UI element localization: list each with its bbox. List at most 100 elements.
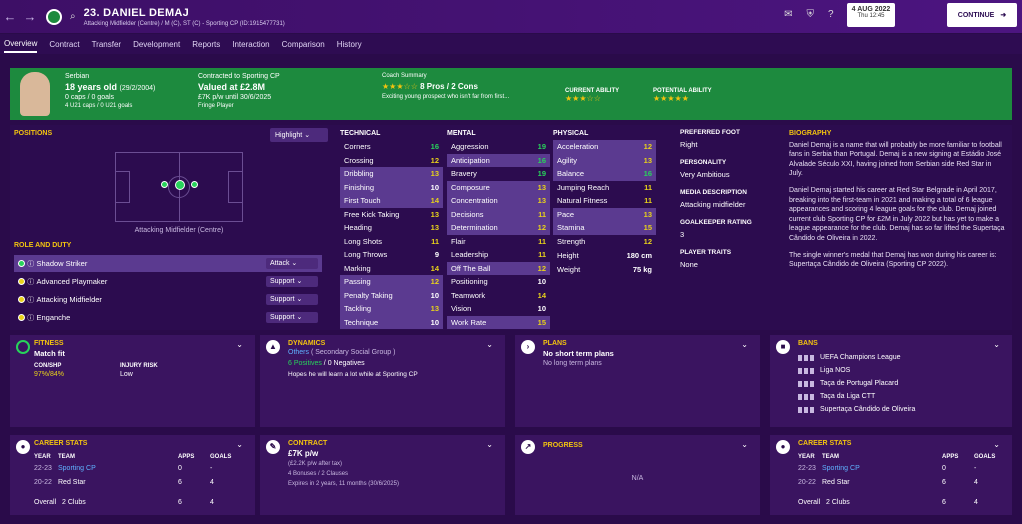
tab-overview[interactable]: Overview [4,36,38,53]
attribute-row[interactable]: First Touch 14 [340,194,443,208]
attribute-row[interactable]: Long Shots 11 [340,235,443,249]
attribute-row[interactable]: Flair 11 [447,235,550,249]
dynamics-title[interactable]: DYNAMICS [288,340,325,347]
search-icon[interactable]: ⌕ [70,11,76,22]
career-title[interactable]: CAREER STATS [34,440,87,447]
attribute-row[interactable]: Leadership 11 [447,248,550,262]
attribute-row[interactable]: Free Kick Taking 13 [340,208,443,222]
attribute-row[interactable]: Heading 13 [340,221,443,235]
attribute-row[interactable]: Finishing 10 [340,180,443,194]
career-team[interactable]: Sporting CP [58,465,178,472]
club-crest-icon[interactable] [46,8,62,25]
attribute-row[interactable]: Positioning 10 [447,275,550,289]
attribute-row[interactable]: Marking 14 [340,262,443,276]
attribute-row[interactable]: Determination 12 [447,221,550,235]
role-row[interactable]: ⓘ Enganche Support ⌄ [14,309,322,326]
social-group[interactable]: Others [288,349,309,356]
tab-development[interactable]: Development [133,37,180,52]
attribute-name: Aggression [451,142,489,152]
tab-interaction[interactable]: Interaction [232,37,269,52]
role-row[interactable]: ⓘ Attacking Midfielder Support ⌄ [14,291,322,308]
chevron-down-icon[interactable]: ⌄ [236,340,243,349]
attribute-row[interactable]: Passing 12 [340,275,443,289]
attribute-row[interactable]: Vision 10 [447,302,550,316]
duty-label: Support [270,278,295,285]
attribute-row[interactable]: Jumping Reach 11 [553,181,656,195]
career-year: 22-23 [798,465,816,472]
biography-title[interactable]: BIOGRAPHY [789,129,1006,139]
back-arrow-icon[interactable]: ← [0,9,20,24]
attribute-row[interactable]: Acceleration 12 [553,140,656,154]
attribute-row[interactable]: Penalty Taking 10 [340,288,443,302]
plans-title[interactable]: PLANS [543,340,567,347]
career-team[interactable]: Red Star [822,479,942,486]
attribute-row[interactable]: Technique 10 [340,315,443,329]
attribute-row[interactable]: Teamwork 14 [447,289,550,303]
attribute-row[interactable]: Agility 13 [553,153,656,167]
chevron-down-icon[interactable]: ⌄ [741,340,748,349]
chevron-down-icon[interactable]: ⌄ [486,440,493,449]
fitness-title[interactable]: FITNESS [34,340,64,347]
attribute-row[interactable]: Stamina 15 [553,221,656,235]
attribute-row[interactable]: Concentration 13 [447,194,550,208]
career-team[interactable]: Sporting CP [822,465,942,472]
attribute-row[interactable]: Crossing 12 [340,154,443,168]
attribute-row[interactable]: Long Throws 9 [340,248,443,262]
tab-history[interactable]: History [337,37,362,52]
ban-item: Liga NOS [798,364,915,377]
attribute-row[interactable]: Anticipation 16 [447,153,550,167]
technical-title: TECHNICAL [340,130,381,137]
role-row[interactable]: ⓘ Advanced Playmaker Support ⌄ [14,273,322,290]
career-apps: 0 [178,465,182,472]
tab-reports[interactable]: Reports [192,37,220,52]
attribute-row[interactable]: Strength 12 [553,235,656,249]
attribute-name: Natural Fitness [557,196,608,206]
social-icon[interactable]: ✉ [784,9,792,20]
attribute-row[interactable]: Pace 13 [553,207,656,221]
attribute-row[interactable]: Corners 16 [340,140,443,154]
attribute-row[interactable]: Balance 16 [553,167,656,181]
attribute-row[interactable]: Tackling 13 [340,302,443,316]
attribute-row[interactable]: Natural Fitness 11 [553,194,656,208]
attribute-row[interactable]: Composure 13 [447,180,550,194]
career-apps: 0 [942,465,946,472]
tab-contract[interactable]: Contract [49,37,79,52]
attribute-row[interactable]: Work Rate 15 [447,315,550,329]
career-team[interactable]: Red Star [58,479,178,486]
progress-title[interactable]: PROGRESS [543,442,583,449]
chevron-down-icon[interactable]: ⌄ [993,340,1000,349]
continue-button[interactable]: CONTINUE ➜ [947,3,1017,27]
duty-dropdown[interactable]: Attack ⌄ [266,258,318,269]
career-title[interactable]: CAREER STATS [798,440,851,447]
media-label: MEDIA DESCRIPTION [680,189,747,196]
chevron-down-icon[interactable]: ⌄ [993,440,1000,449]
personality-label: PERSONALITY [680,159,727,166]
help-icon[interactable]: ? [828,9,834,20]
duty-dropdown[interactable]: Support ⌄ [266,312,318,323]
career-stats-panel: ● CAREER STATS YEAR TEAM APPS GOALS 22-23 Sp… [10,435,255,515]
col-year: YEAR [34,454,51,460]
club-icon[interactable]: ⛨ [806,9,814,20]
forward-arrow-icon[interactable]: → [20,9,40,24]
chevron-down-icon[interactable]: ⌄ [741,440,748,449]
contract-label: Contracted to Sporting CP [198,73,280,80]
attribute-row[interactable]: Bravery 19 [447,167,550,181]
date-display[interactable]: 4 AUG 2022 Thu 12:45 [847,3,895,27]
role-name: Advanced Playmaker [36,276,108,286]
duty-dropdown[interactable]: Support ⌄ [266,294,318,305]
positions-title[interactable]: POSITIONS [14,130,52,137]
duty-dropdown[interactable]: Support ⌄ [266,276,318,287]
contract-title[interactable]: CONTRACT [288,440,327,447]
tab-transfer[interactable]: Transfer [92,37,122,52]
highlight-dropdown[interactable]: Highlight ⌄ [270,128,328,142]
tab-comparison[interactable]: Comparison [282,37,325,52]
chevron-down-icon[interactable]: ⌄ [236,440,243,449]
attribute-row[interactable]: Off The Ball 12 [447,261,550,275]
attribute-row[interactable]: Dribbling 13 [340,167,443,181]
career-goals: 4 [974,479,978,486]
attribute-row[interactable]: Decisions 11 [447,207,550,221]
ban-item: Supertaça Cândido de Oliveira [798,403,915,416]
chevron-down-icon[interactable]: ⌄ [486,340,493,349]
role-row[interactable]: ⓘ Shadow Striker Attack ⌄ [14,255,322,272]
attribute-row[interactable]: Aggression 19 [447,140,550,154]
